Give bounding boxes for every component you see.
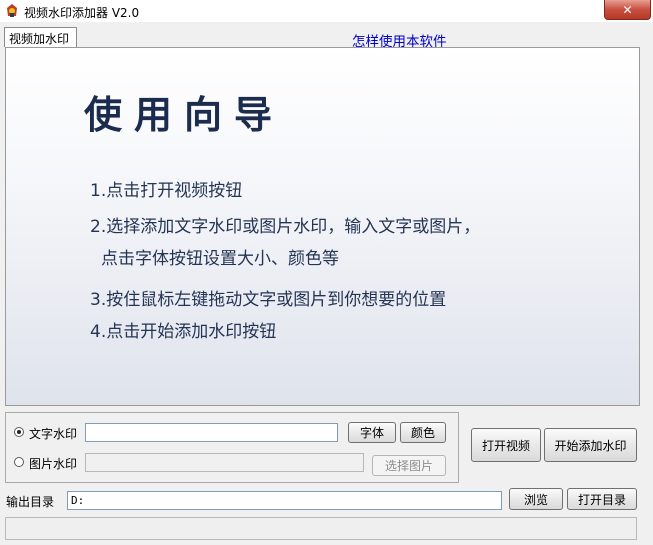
status-bar (5, 517, 637, 540)
tab-video-watermark[interactable]: 视频加水印 (4, 27, 77, 47)
app-icon (4, 3, 20, 19)
color-button[interactable]: 颜色 (400, 422, 446, 443)
browse-button[interactable]: 浏览 (509, 488, 563, 510)
guide-title: 使用向导 (84, 92, 285, 137)
text-watermark-label: 文字水印 (29, 427, 78, 441)
image-watermark-label: 图片水印 (29, 457, 78, 471)
image-path-input[interactable] (85, 453, 364, 472)
font-button[interactable]: 字体 (348, 422, 396, 443)
open-folder-button[interactable]: 打开目录 (567, 488, 637, 510)
radio-selected-dot (17, 430, 21, 434)
guide-step: 2.选择添加文字水印或图片水印，输入文字或图片， (90, 217, 481, 237)
select-image-button[interactable]: 选择图片 (372, 455, 446, 476)
open-video-button[interactable]: 打开视频 (471, 428, 541, 462)
text-watermark-input[interactable] (85, 423, 338, 442)
guide-step: 4.点击开始添加水印按钮 (90, 322, 277, 342)
guide-step: 1.点击打开视频按钮 (90, 181, 243, 201)
text-watermark-radio[interactable] (14, 427, 24, 437)
guide-step: 3.按住鼠标左键拖动文字或图片到你想要的位置 (90, 290, 447, 310)
window-title: 视频水印添加器 V2.0 (24, 6, 140, 20)
close-button[interactable]: ✕ (604, 0, 651, 20)
close-icon: ✕ (622, 2, 633, 17)
guide-step: 点击字体按钮设置大小、颜色等 (101, 249, 339, 269)
output-dir-label: 输出目录 (6, 495, 55, 509)
output-dir-input[interactable]: D: (67, 491, 502, 510)
start-watermark-button[interactable]: 开始添加水印 (544, 428, 637, 462)
image-watermark-radio[interactable] (14, 457, 24, 467)
